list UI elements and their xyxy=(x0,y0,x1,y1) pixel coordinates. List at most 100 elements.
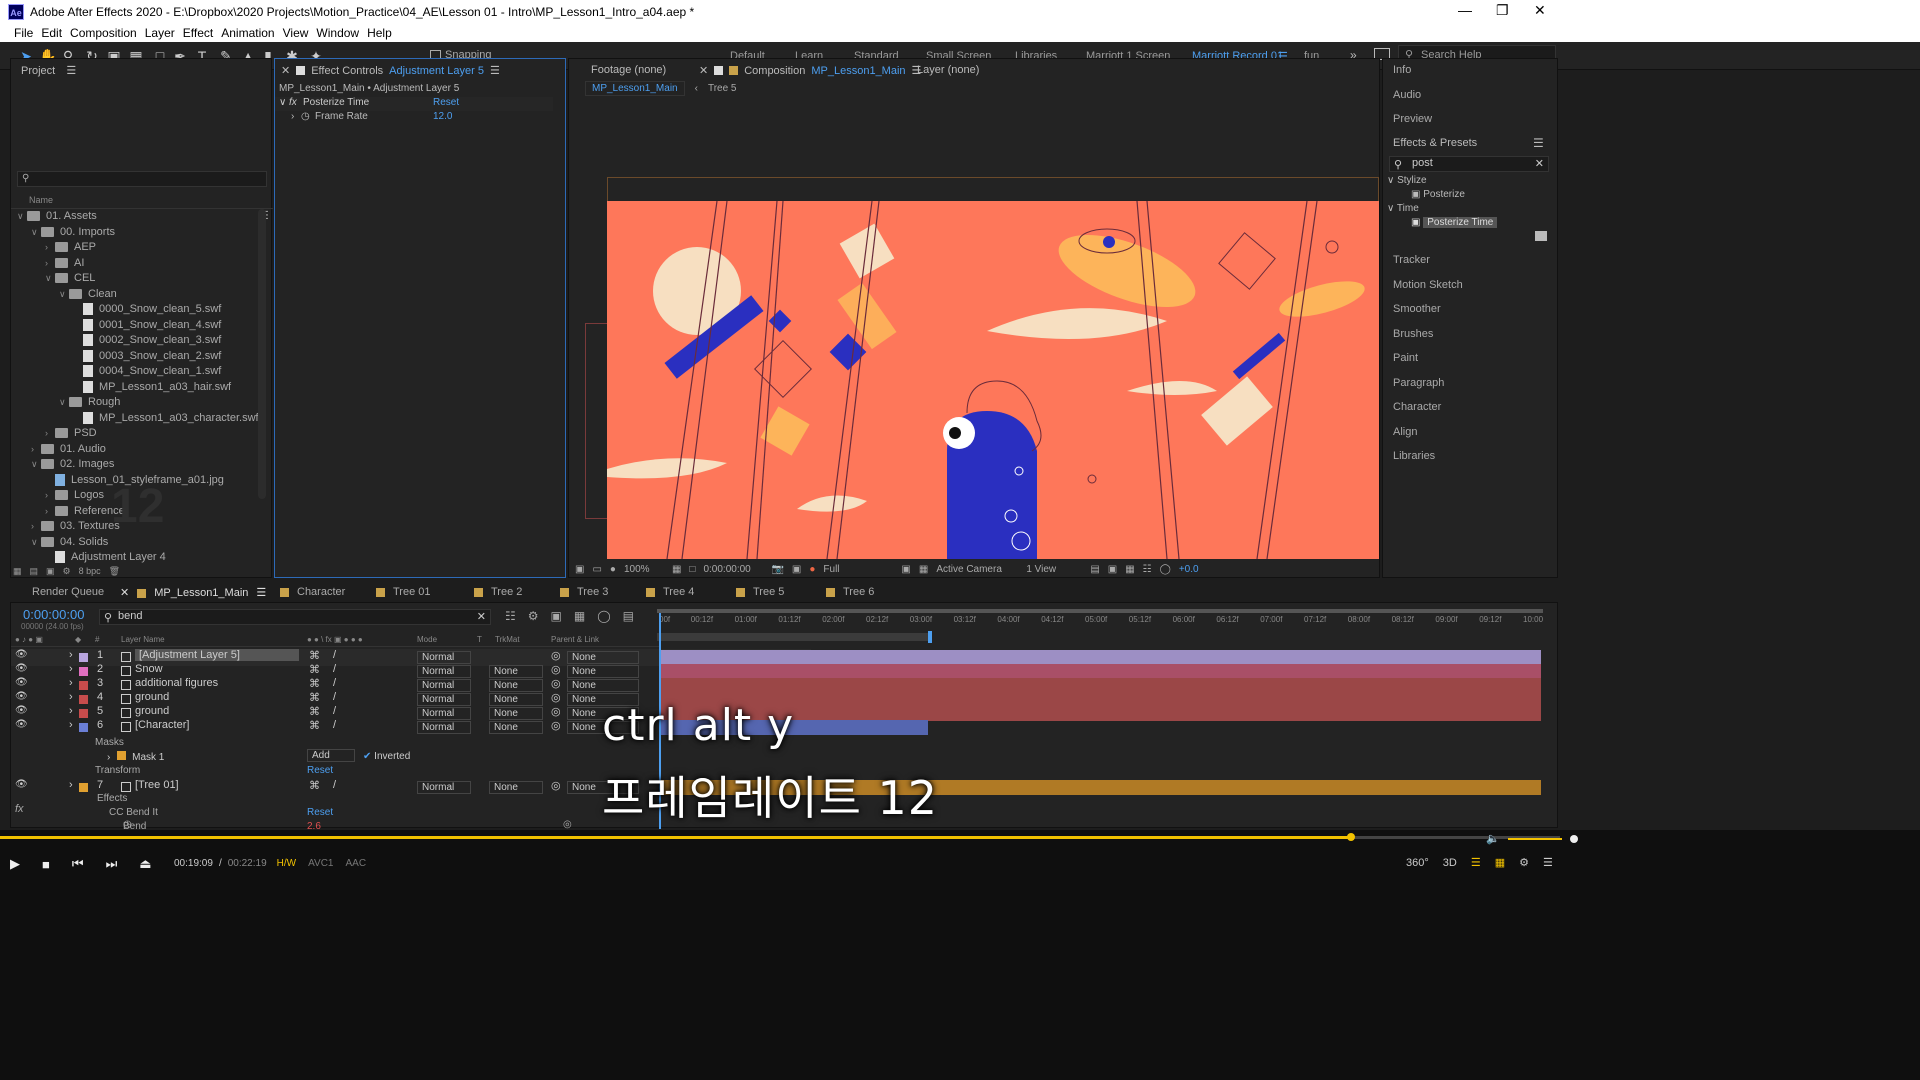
3d-icon[interactable]: 3D xyxy=(1443,857,1457,869)
expanded-arrow-icon[interactable]: ∨ xyxy=(31,227,41,238)
stop-icon[interactable]: ■ xyxy=(42,857,50,872)
posterize-time-effect[interactable]: ▣ Posterize Time xyxy=(1411,217,1498,228)
timeline-search-input[interactable]: ⚲ bend ✕ xyxy=(99,609,491,625)
shy-switch-icon[interactable]: ⌘ xyxy=(309,705,320,718)
draft-3d-icon[interactable]: ⚙ xyxy=(528,609,539,623)
menu-animation[interactable]: Animation xyxy=(221,26,274,40)
mask-row[interactable]: › Mask 1 xyxy=(107,751,164,763)
panel-audio[interactable]: Audio xyxy=(1393,89,1421,101)
stopwatch-icon[interactable]: ◷ xyxy=(301,111,310,122)
work-area-end-handle[interactable] xyxy=(928,631,932,643)
property-row[interactable]: Reset xyxy=(307,807,333,818)
quality-switch-icon[interactable]: / xyxy=(333,691,336,703)
collapsed-arrow-icon[interactable]: › xyxy=(45,490,55,500)
project-item[interactable]: ∨ 01. Assets xyxy=(17,210,97,222)
volume-icon[interactable]: 🔈 xyxy=(1486,832,1500,845)
label-column-icon[interactable]: ◆ xyxy=(75,635,81,644)
pickwhip-icon[interactable]: ◎ xyxy=(551,649,561,662)
magnification-dropdown[interactable]: 100% xyxy=(624,564,664,575)
collapsed-arrow-icon[interactable]: › xyxy=(31,521,41,531)
label-color[interactable] xyxy=(79,653,88,662)
trkmat-header[interactable]: TrkMat xyxy=(495,635,520,644)
footage-tab[interactable]: Footage (none) xyxy=(591,64,666,76)
menu-file[interactable]: File xyxy=(14,26,33,40)
region-of-interest-icon[interactable]: □ xyxy=(689,564,695,575)
expanded-arrow-icon[interactable]: ∨ xyxy=(59,289,69,300)
panel-info[interactable]: Info xyxy=(1393,64,1411,76)
trkmat-dropdown[interactable]: None xyxy=(489,781,543,794)
av-features-icon[interactable]: ● ♪ ● ▣ xyxy=(15,635,43,644)
comp-tab[interactable]: Tree 5 xyxy=(736,586,784,598)
always-preview-icon[interactable]: ▣ xyxy=(575,564,584,575)
collapsed-arrow-icon[interactable]: › xyxy=(31,444,41,454)
frame-rate-value[interactable]: 12.0 xyxy=(433,111,452,122)
resolution-grid-icon[interactable]: ▦ xyxy=(672,564,681,575)
vr-360-icon[interactable]: 360° xyxy=(1406,857,1429,869)
switches-header[interactable]: ● ● \ fx ▣ ● ● ● xyxy=(307,635,363,644)
menu-edit[interactable]: Edit xyxy=(41,26,62,40)
expand-arrow-icon[interactable]: › xyxy=(69,779,73,791)
panel-preview[interactable]: Preview xyxy=(1393,113,1432,125)
expand-icon[interactable]: › xyxy=(291,111,294,122)
pickwhip-icon[interactable]: ◎ xyxy=(551,663,561,676)
effect-reset-link[interactable]: Reset xyxy=(433,97,459,108)
comp-tab[interactable]: ✕ MP_Lesson1_Main ☰ xyxy=(120,586,266,599)
expand-icon[interactable]: ∨ xyxy=(279,97,286,108)
lock-icon[interactable] xyxy=(296,66,306,75)
menu-view[interactable]: View xyxy=(283,26,309,40)
project-item[interactable]: 0000_Snow_clean_5.swf xyxy=(73,303,221,316)
menu-layer[interactable]: Layer xyxy=(145,26,175,40)
effects-presets-title[interactable]: Effects & Presets xyxy=(1393,137,1477,149)
project-item[interactable]: › AEP xyxy=(45,241,96,253)
eye-icon[interactable]: 👁 xyxy=(15,677,28,688)
project-item[interactable]: 0003_Snow_clean_2.swf xyxy=(73,350,221,362)
project-item[interactable]: 0001_Snow_clean_4.swf xyxy=(73,319,221,331)
expand-arrow-icon[interactable]: › xyxy=(69,649,73,661)
number-column-header[interactable]: # xyxy=(95,635,99,644)
panel-menu-icon[interactable]: ☰ xyxy=(256,587,266,599)
eye-icon[interactable]: 👁 xyxy=(15,719,28,730)
quality-switch-icon[interactable]: / xyxy=(333,677,336,689)
shy-switch-icon[interactable]: ⌘ xyxy=(309,649,320,662)
label-color[interactable] xyxy=(79,681,88,690)
layer-name[interactable]: ground xyxy=(135,705,169,717)
next-icon[interactable]: ⏭ xyxy=(106,856,118,872)
settings-gear-icon[interactable]: ⚙ xyxy=(1519,856,1529,869)
graph-editor-icon[interactable]: ▤ xyxy=(623,609,634,623)
breadcrumb-tree5[interactable]: Tree 5 xyxy=(708,83,737,94)
show-snapshot-icon[interactable]: ▣ xyxy=(792,564,801,575)
eject-icon[interactable]: ⏏ xyxy=(139,856,151,872)
expanded-arrow-icon[interactable]: ∨ xyxy=(59,397,69,408)
expanded-arrow-icon[interactable]: ∨ xyxy=(17,211,27,222)
new-composition-icon[interactable]: ▣ xyxy=(46,566,55,577)
comp-tab[interactable]: Tree 2 xyxy=(474,586,522,598)
eye-icon[interactable]: 👁 xyxy=(15,663,28,674)
channel-icon[interactable]: ● xyxy=(809,564,815,575)
close-tab-icon[interactable]: ✕ xyxy=(699,64,708,77)
close-tab-icon[interactable]: ✕ xyxy=(120,587,129,599)
expand-arrow-icon[interactable]: › xyxy=(69,705,73,717)
project-item[interactable]: › Logos xyxy=(45,489,104,501)
panel-menu-icon[interactable]: ☰ xyxy=(1533,136,1544,150)
expanded-arrow-icon[interactable]: ∨ xyxy=(31,537,41,548)
eye-icon[interactable]: 👁 xyxy=(15,705,28,716)
expand-arrow-icon[interactable]: › xyxy=(69,663,73,675)
panel-align[interactable]: Align xyxy=(1393,426,1417,438)
quality-switch-icon[interactable]: / xyxy=(333,779,336,791)
clear-search-icon[interactable]: ✕ xyxy=(1535,157,1544,170)
keyframe-navigator-icon[interactable]: ◎ xyxy=(563,819,572,830)
comp-tab[interactable]: Tree 01 xyxy=(376,586,431,598)
project-item[interactable]: MP_Lesson1_a03_hair.swf xyxy=(73,381,231,393)
pickwhip-icon[interactable]: ◎ xyxy=(551,705,561,718)
timeline-link-icon[interactable]: ▦ xyxy=(1125,564,1134,575)
mode-header[interactable]: Mode xyxy=(417,635,437,644)
shy-switch-icon[interactable]: ⌘ xyxy=(309,719,320,732)
stylize-category[interactable]: ∨ Stylize xyxy=(1387,175,1427,186)
parent-header[interactable]: Parent & Link xyxy=(551,635,599,644)
project-item[interactable]: › 03. Textures xyxy=(31,520,120,532)
interpret-footage-icon[interactable]: ▦ xyxy=(13,566,22,577)
quality-switch-icon[interactable]: / xyxy=(333,649,336,661)
time-category[interactable]: ∨ Time xyxy=(1387,203,1419,214)
expanded-arrow-icon[interactable]: ∨ xyxy=(31,459,41,470)
project-item[interactable]: ∨ Rough xyxy=(59,396,120,408)
